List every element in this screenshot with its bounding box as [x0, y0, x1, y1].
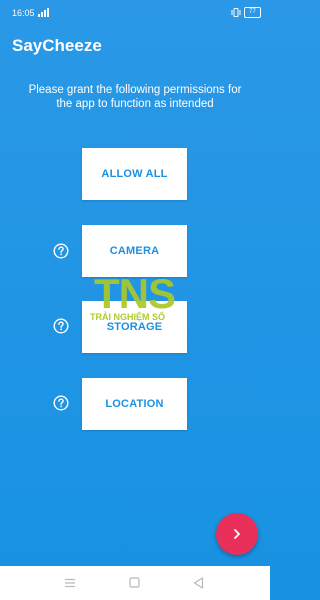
- allow-all-button[interactable]: ALLOW ALL: [82, 148, 187, 200]
- status-bar: 16:05 77: [0, 0, 270, 26]
- storage-help-icon[interactable]: [53, 318, 69, 334]
- menu-icon[interactable]: [64, 578, 76, 588]
- home-icon[interactable]: [129, 577, 140, 588]
- app-title: SayCheeze: [12, 36, 102, 55]
- vibrate-icon: [231, 8, 241, 17]
- camera-help-icon[interactable]: [53, 243, 69, 259]
- camera-button[interactable]: CAMERA: [82, 225, 187, 277]
- navigation-bar: [0, 566, 270, 600]
- signal-icon: [38, 8, 49, 17]
- storage-button[interactable]: STORAGE: [82, 301, 187, 353]
- chevron-right-icon: [234, 529, 240, 539]
- permission-message: Please grant the following permissions f…: [28, 84, 242, 110]
- status-time: 16:05: [12, 8, 35, 18]
- battery-icon: 77: [244, 7, 261, 18]
- location-button[interactable]: LOCATION: [82, 378, 187, 430]
- back-icon[interactable]: [193, 577, 204, 589]
- location-help-icon[interactable]: [53, 395, 69, 411]
- next-fab-button[interactable]: [216, 513, 258, 555]
